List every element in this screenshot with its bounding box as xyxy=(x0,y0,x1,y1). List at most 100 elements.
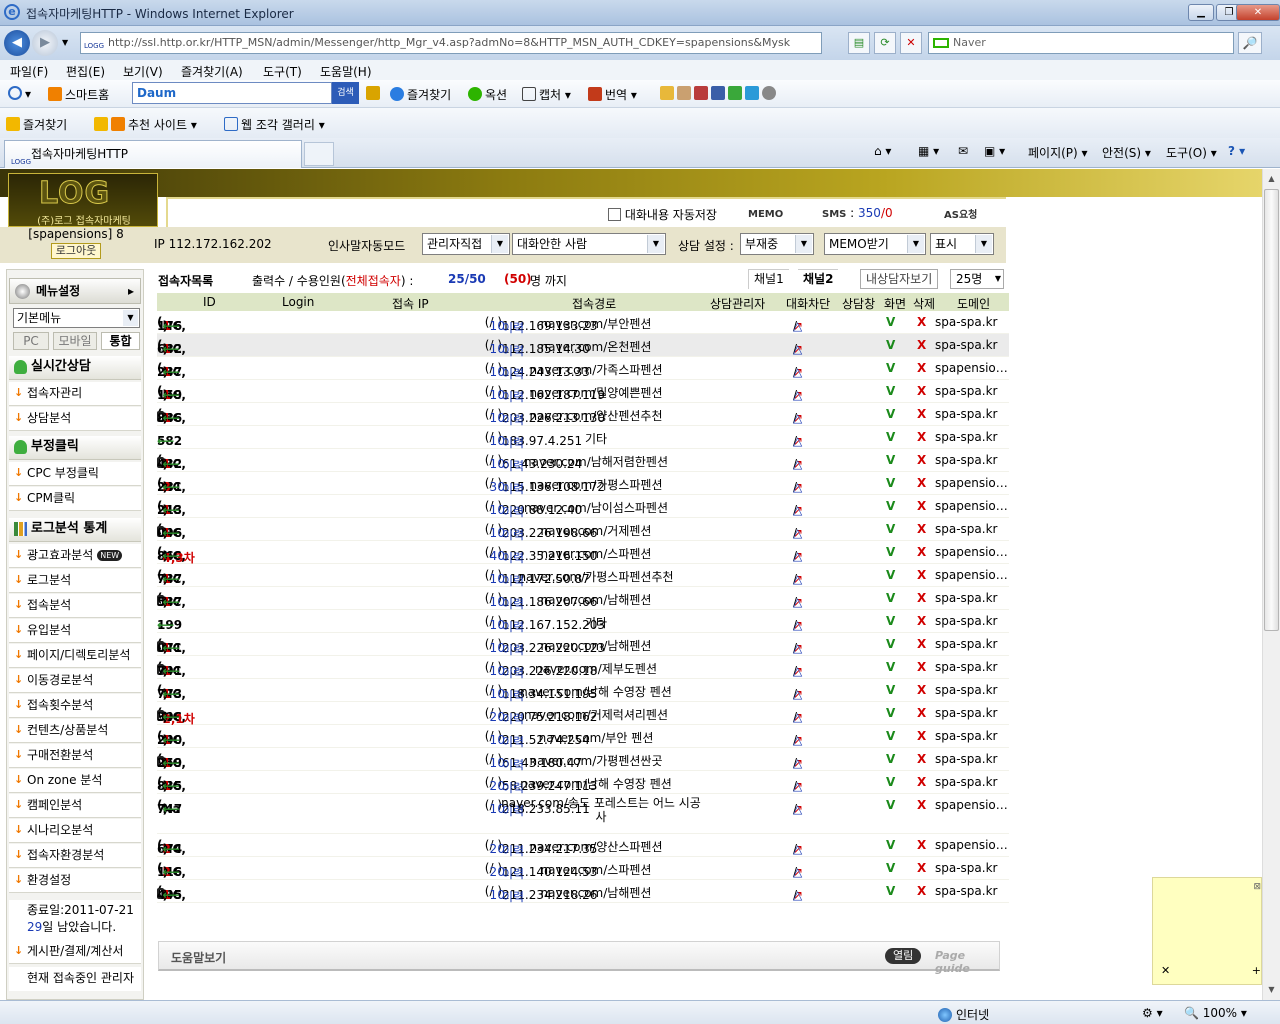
sidebar-item-consult-analysis[interactable]: ↓ 상담분석 xyxy=(9,407,141,431)
table-row[interactable]: 860(NC, 4,3차) ⟵ (4/ 0) 122.35.216.150 이력 nave… xyxy=(157,541,1011,565)
sticky-close-icon[interactable]: ✕ xyxy=(1161,964,1170,977)
view-screen-button[interactable]: V xyxy=(886,453,895,467)
delete-button[interactable]: X xyxy=(917,884,926,898)
table-row[interactable]: 071(NC, 1) ⟵ (1/ 0) 203.226.220.123 이력 naver.… xyxy=(157,633,1009,657)
sidebar-item-settings[interactable]: ↓ 환경설정 xyxy=(9,869,141,893)
view-screen-button[interactable]: V xyxy=(886,568,895,582)
delete-button[interactable]: X xyxy=(917,430,926,444)
table-row[interactable]: 096(NC, 1) ⟵ (1/ 0) 203.226.198.66 이력 naver.c… xyxy=(157,518,1009,542)
tab-all[interactable]: 통합 xyxy=(101,332,140,350)
sidebar-item-conversion[interactable]: ↓ 구매전환분석 xyxy=(9,744,141,768)
address-bar[interactable]: LOGG http://ssl.http.or.kr/HTTP_MSN/admi… xyxy=(80,32,822,54)
new-tab-button[interactable] xyxy=(304,142,334,166)
sticky-memo-popup[interactable]: ⊠ ✕ + xyxy=(1152,877,1262,985)
sms-count[interactable]: SMS : 350/0 xyxy=(822,206,893,220)
favorites-star-button[interactable]: 즐겨찾기 xyxy=(390,86,451,103)
view-screen-button[interactable]: V xyxy=(886,683,895,697)
view-screen-button[interactable]: V xyxy=(886,861,895,875)
table-row[interactable]: 773(NC, 1) ⟵ (1/ 0) 118.34.151.195 이력 naver.c… xyxy=(157,679,1009,703)
menu-settings-header[interactable]: 메뉴설정 ▸ xyxy=(9,278,141,304)
logout-button[interactable]: 로그아웃 xyxy=(50,243,102,259)
visitor-id[interactable]: 674(NC, 2) ⟵ xyxy=(157,838,186,856)
menu-view[interactable]: 보기(V) xyxy=(123,63,163,80)
table-row[interactable]: 199 ⟵(1/ 0) 112.167.152.203 이력 기타 ↗ / △ V Xspa-s… xyxy=(157,610,1009,634)
table-row[interactable]: 237(NC, 1) ⟵ (1/ 0) 124.243.13.33 이력 naver.co… xyxy=(157,357,1011,381)
refresh-icon[interactable]: ⟳ xyxy=(874,32,896,54)
view-screen-button[interactable]: V xyxy=(886,361,895,375)
sticky-menu-icon[interactable]: ⊠ xyxy=(1253,882,1261,892)
search-input[interactable]: Naver xyxy=(928,32,1234,54)
view-screen-button[interactable]: V xyxy=(886,637,895,651)
sidebar-item-onzone[interactable]: ↓ On zone 분석 xyxy=(9,769,141,793)
delete-button[interactable]: X xyxy=(917,453,926,467)
delete-button[interactable]: X xyxy=(917,775,926,789)
home-button[interactable]: ⌂ ▾ xyxy=(874,144,891,158)
channel-2-tab[interactable]: 채널2 xyxy=(798,269,839,289)
daum-search-input[interactable]: Daum xyxy=(132,82,332,104)
suggested-sites-button[interactable]: 추천 사이트 ▾ xyxy=(94,116,197,133)
stop-icon[interactable]: ✕ xyxy=(900,32,922,54)
view-screen-button[interactable]: V xyxy=(886,591,895,605)
delete-button[interactable]: X xyxy=(917,545,926,559)
page-guide-link[interactable]: Page guide xyxy=(935,949,999,975)
close-button[interactable]: ✕ xyxy=(1236,4,1280,21)
table-row[interactable]: 682(NC, 1) ⟵ (1/ 0) 112.185.14.30 이력 naver.co… xyxy=(157,334,1009,358)
translate-button[interactable]: 번역 ▾ xyxy=(588,86,637,103)
delete-button[interactable]: X xyxy=(917,683,926,697)
menu-favorites[interactable]: 즐겨찾기(A) xyxy=(181,63,243,80)
table-row[interactable]: 159(NC, 1) ⟵ (1/ 0) 112.162.187.119 이력 naver.… xyxy=(157,380,1009,404)
table-row[interactable]: 674(NC, 2) ⟵ (2/ 0) 211.234.217.35 이력 naver.c… xyxy=(157,834,1011,858)
view-screen-button[interactable]: V xyxy=(886,614,895,628)
webslice-gallery-button[interactable]: 웹 조각 갤러리 ▾ xyxy=(224,116,325,133)
view-screen-button[interactable]: V xyxy=(886,522,895,536)
table-row[interactable]: 791(NC, 1) ⟵ (1/ 0) 203.226.220.18 이력 naver.c… xyxy=(157,656,1009,680)
scroll-up-icon[interactable]: ▲ xyxy=(1264,171,1279,187)
view-screen-button[interactable]: V xyxy=(886,798,895,812)
visitor-id[interactable]: 682(NC, 1) ⟵ xyxy=(157,338,186,356)
view-screen-button[interactable]: V xyxy=(886,338,895,352)
delete-button[interactable]: X xyxy=(917,522,926,536)
table-row[interactable]: 176(NC, 1) ⟵ (1/ 0) 112.169.133.23 이력 naver.c… xyxy=(157,311,1009,335)
table-row[interactable]: 835(NC, 1) ⟵ (2/ 0) 58.239.247.113 이력 naver.c… xyxy=(157,771,1009,795)
visitor-id[interactable]: 835(NC, 1) ⟵ xyxy=(157,775,186,793)
table-row[interactable]: 432(NC, 1) ⟵ (1/ 0) 61.43.230.24 이력 naver.com… xyxy=(157,449,1009,473)
smarthome-button[interactable]: 스마트홈 xyxy=(48,86,109,103)
delete-button[interactable]: X xyxy=(917,315,926,329)
search-button[interactable]: 🔎 xyxy=(1238,32,1262,54)
per-page-select[interactable]: 25명 ▼ xyxy=(950,269,1004,289)
tools-menu[interactable]: 도구(O) ▾ xyxy=(1166,144,1217,161)
table-row[interactable]: 495(NC, 1) ⟵ (1/ 0) 211.234.218.26 이력 naver.c… xyxy=(157,880,1009,904)
my-consultees-button[interactable]: 내상담자보기 xyxy=(860,269,939,289)
history-dropdown-icon[interactable]: ▼ xyxy=(62,38,68,47)
safety-menu[interactable]: 안전(S) ▾ xyxy=(1102,144,1151,161)
sidebar-item-path-analysis[interactable]: ↓ 이동경로분석 xyxy=(9,669,141,693)
sidebar-item-ad-effect[interactable]: ↓ 광고효과분석 NEW xyxy=(9,544,141,568)
visitor-id[interactable]: 159(NC, 1) ⟵ xyxy=(157,384,186,402)
view-screen-button[interactable]: V xyxy=(886,315,895,329)
visitor-id[interactable]: 237(NC, 1) ⟵ xyxy=(157,361,186,379)
sidebar-item-board[interactable]: ↓ 게시판/결제/계산서 xyxy=(9,940,141,964)
visitor-id[interactable]: 773(NC, 1) ⟵ xyxy=(157,683,186,701)
as-request-link[interactable]: AS요청 xyxy=(944,206,977,221)
sidebar-item-admins[interactable]: 현재 접속중인 관리자 xyxy=(9,967,141,991)
sidebar-item-campaign[interactable]: ↓ 캠페인분석 xyxy=(9,794,141,818)
delete-button[interactable]: X xyxy=(917,706,926,720)
visitor-id[interactable]: 860(NC, 4,3차) ⟵ xyxy=(157,545,195,565)
menu-select[interactable]: 기본메뉴 ▼ xyxy=(13,308,140,328)
autosave-checkbox[interactable]: 대화내용 자동저장 xyxy=(608,206,717,223)
sidebar-item-log-analysis[interactable]: ↓ 로그분석 xyxy=(9,569,141,593)
view-screen-button[interactable]: V xyxy=(886,407,895,421)
visitor-id[interactable]: 537(NC, 1) ⟵ xyxy=(157,591,186,609)
table-row[interactable]: 582 ⟵(1/ 0) 183.97.4.251 이력 기타 ↗ / △ V Xspa-spa.… xyxy=(157,426,1009,450)
consult-status-select[interactable]: 부재중 ▼ xyxy=(740,233,814,255)
delete-button[interactable]: X xyxy=(917,637,926,651)
delete-button[interactable]: X xyxy=(917,614,926,628)
help-menu[interactable]: ? ▾ xyxy=(1228,144,1245,158)
delete-button[interactable]: X xyxy=(917,798,926,812)
channel-1-tab[interactable]: 채널1 xyxy=(748,269,789,289)
visitor-id[interactable]: 096(NC, 1) ⟵ xyxy=(157,522,186,540)
visitor-id[interactable]: 791(NC, 1) ⟵ xyxy=(157,660,186,678)
table-row[interactable]: 259(NC, 1) ⟵ (1/ 0) 61.43.180.47 이력 naver.com… xyxy=(157,748,1009,772)
capture-button[interactable]: 캡처 ▾ xyxy=(522,86,571,103)
daum-search-button[interactable]: 검색 xyxy=(332,82,359,104)
